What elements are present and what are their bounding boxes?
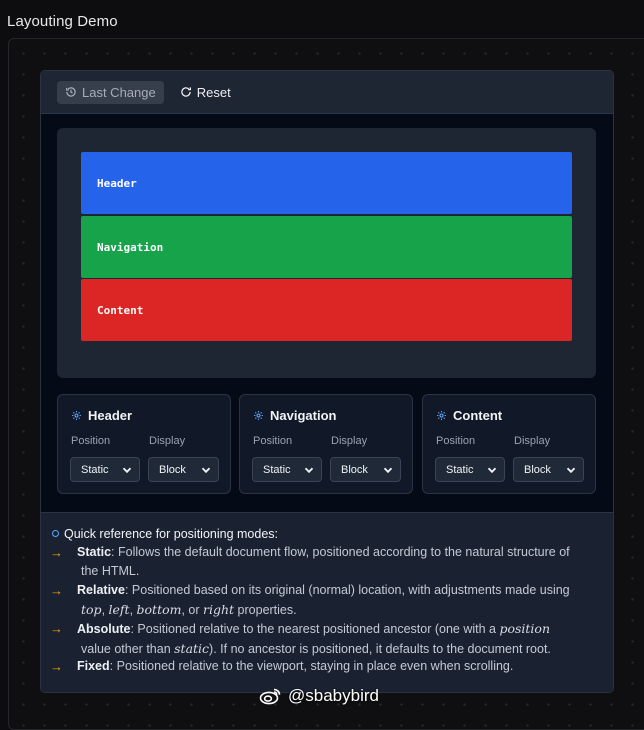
header-position-select[interactable]: Static [70, 457, 140, 482]
content-control-card: Content Position Display Static Block [422, 394, 596, 494]
reset-button[interactable]: Reset [172, 81, 239, 104]
element-controls: Header Position Display Static Block Nav… [57, 394, 598, 496]
code-right: right [203, 602, 235, 617]
arrow-right-icon: → [50, 583, 63, 598]
header-control-title-text: Header [88, 408, 133, 423]
reset-icon [180, 87, 191, 97]
content-display-value: Block [524, 463, 551, 476]
position-label: Position [436, 435, 476, 447]
chevron-down-icon [122, 467, 132, 474]
navigation-display-value: Block [341, 463, 368, 476]
preview-content-box: Content [81, 279, 572, 341]
arrow-right-icon: → [50, 545, 63, 560]
chevron-down-icon [201, 467, 211, 474]
content-position-value: Static [446, 463, 474, 476]
code-bottom: bottom [136, 602, 182, 617]
reference-description: : Follows the default document flow, pos… [111, 545, 570, 559]
settings-icon [72, 411, 81, 420]
positioning-reference: Quick reference for positioning modes: →… [41, 512, 613, 692]
last-change-button[interactable]: Last Change [57, 80, 164, 104]
preview-header-box: Header [81, 152, 572, 214]
preview-content-label: Content [97, 303, 144, 317]
header-display-value: Block [159, 463, 186, 476]
navigation-control-card: Navigation Position Display Static Block [239, 394, 413, 494]
code-position: position [499, 621, 551, 636]
reference-description-end: properties. [234, 603, 297, 617]
layout-demo-card: Last Change Reset Header Navigation Cont… [40, 70, 614, 693]
chevron-down-icon [304, 467, 314, 474]
separator: , [101, 603, 109, 617]
last-change-label: Last Change [82, 84, 156, 100]
chevron-down-icon [383, 467, 393, 474]
reference-item-absolute: → Absolute: Positioned relative to the n… [50, 619, 602, 659]
reference-term: Relative [77, 583, 125, 597]
toolbar: Last Change Reset [41, 71, 613, 114]
reference-description: : Positioned relative to the viewport, s… [109, 659, 514, 673]
reference-item-fixed: → Fixed: Positioned relative to the view… [50, 657, 602, 676]
reference-description-cont: the HTML. [81, 564, 140, 578]
reference-description-end: ). If no ancestor is positioned, it defa… [209, 642, 551, 656]
reference-term: Static [77, 545, 112, 559]
reference-item-static: → Static: Follows the default document f… [50, 543, 602, 581]
reference-title-text: Quick reference for positioning modes: [64, 527, 278, 541]
position-label: Position [253, 435, 293, 447]
header-control-title: Header [71, 408, 132, 423]
code-top: top [81, 602, 102, 617]
content-display-select[interactable]: Block [513, 457, 584, 482]
reference-item-relative: → Relative: Positioned based on its orig… [50, 581, 602, 620]
display-label: Display [514, 435, 551, 447]
header-position-value: Static [81, 463, 109, 476]
navigation-control-title: Navigation [253, 408, 336, 423]
content-control-title-text: Content [453, 408, 503, 423]
navigation-display-select[interactable]: Block [330, 457, 401, 482]
preview-navigation-box: Navigation [81, 216, 572, 278]
navigation-position-select[interactable]: Static [252, 457, 322, 482]
history-icon [66, 87, 76, 97]
reference-term: Fixed [77, 659, 110, 673]
content-position-select[interactable]: Static [435, 457, 505, 482]
chevron-down-icon [487, 467, 497, 474]
reference-description: : Positioned relative to the nearest pos… [130, 622, 500, 636]
reference-title: Quick reference for positioning modes: [52, 527, 278, 541]
display-label: Display [149, 435, 186, 447]
reference-description-mid: value other than [81, 642, 175, 656]
arrow-right-icon: → [50, 659, 63, 674]
content-control-title: Content [436, 408, 502, 423]
settings-icon [254, 411, 263, 420]
reset-label: Reset [196, 84, 231, 100]
display-label: Display [331, 435, 368, 447]
bullet-icon [52, 530, 59, 538]
reference-term: Absolute [77, 622, 131, 636]
header-display-select[interactable]: Block [148, 457, 219, 482]
navigation-control-title-text: Navigation [270, 408, 337, 423]
header-control-card: Header Position Display Static Block [57, 394, 231, 494]
page-title: Layouting Demo [7, 13, 118, 30]
separator: , [129, 603, 137, 617]
layout-preview: Header Navigation Content [57, 128, 596, 378]
arrow-right-icon: → [50, 621, 63, 636]
chevron-down-icon [566, 467, 576, 474]
watermark-text: @sbabybird [288, 686, 379, 705]
navigation-position-value: Static [263, 463, 291, 476]
code-left: left [108, 602, 130, 617]
weibo-icon [259, 688, 281, 705]
preview-header-label: Header [97, 176, 137, 190]
preview-navigation-label: Navigation [97, 240, 164, 254]
reference-description: : Positioned based on its original (norm… [124, 583, 570, 597]
separator: , or [181, 603, 204, 617]
position-label: Position [71, 435, 111, 447]
watermark: @sbabybird [259, 686, 379, 706]
code-static: static [174, 641, 210, 656]
settings-icon [437, 411, 446, 420]
